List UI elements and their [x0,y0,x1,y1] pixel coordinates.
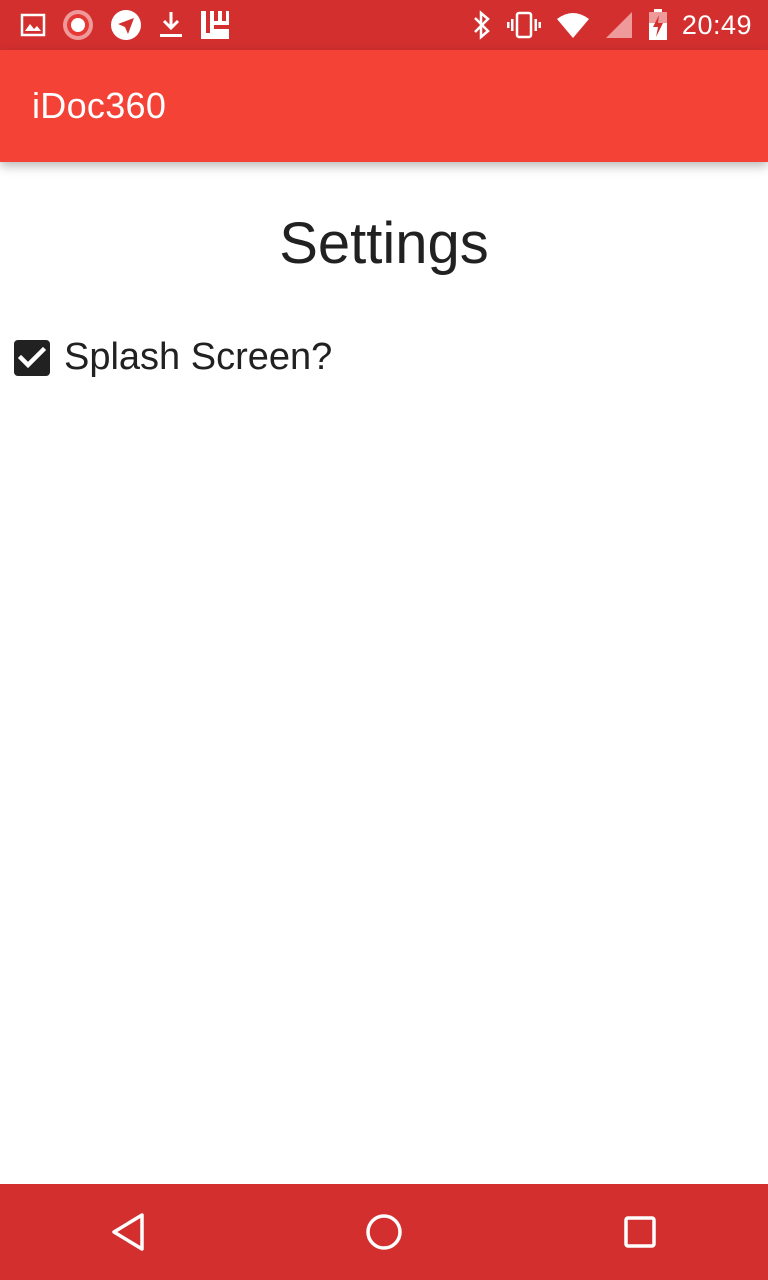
image-icon [20,13,46,37]
app-title: iDoc360 [32,85,167,126]
splash-screen-setting[interactable]: Splash Screen? [14,336,332,379]
vibrate-icon [506,10,542,40]
checkmark-icon [18,346,46,368]
battery-charging-icon [648,9,668,41]
back-button[interactable] [80,1184,176,1280]
notification-icons [20,9,246,41]
navigation-bar [0,1184,768,1280]
app-bar: iDoc360 [0,50,768,162]
record-icon [62,9,94,41]
download-icon [158,10,184,40]
splash-screen-checkbox[interactable] [14,339,50,376]
recents-icon [624,1216,656,1248]
home-icon [366,1214,402,1250]
splash-screen-label: Splash Screen? [64,336,333,378]
wifi-icon [556,11,590,39]
back-icon [112,1213,144,1251]
screen: 20:49 iDoc360 Settings Splash Screen? [0,0,768,1280]
status-bar: 20:49 [0,0,768,50]
signal-icon [604,10,634,40]
app-logo-icon [200,10,230,40]
page-title: Settings [279,211,489,276]
home-button[interactable] [336,1184,432,1280]
clock: 20:49 [681,9,752,40]
telegram-icon [110,9,142,41]
recents-button[interactable] [592,1184,688,1280]
bluetooth-icon [472,10,492,40]
system-icons: 20:49 [458,9,752,41]
settings-content: Settings Splash Screen? [0,162,768,1184]
